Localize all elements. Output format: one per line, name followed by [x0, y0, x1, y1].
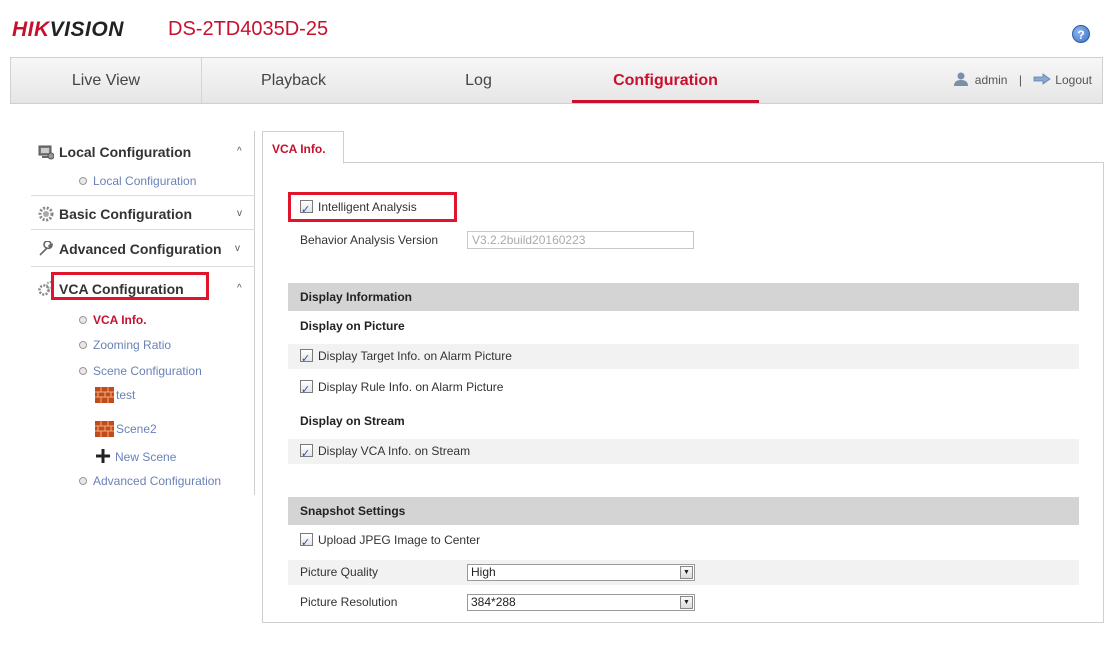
- divider: [31, 195, 255, 196]
- check-icon: ✓: [301, 448, 311, 460]
- chevron-up-icon[interactable]: ^: [237, 146, 242, 157]
- section-basic-configuration[interactable]: Basic Configuration v: [31, 197, 255, 231]
- field-label: Picture Resolution: [300, 595, 398, 609]
- upload-jpeg-checkbox[interactable]: ✓: [300, 533, 313, 549]
- menu-item-advanced-configuration[interactable]: Advanced Configuration: [79, 474, 221, 488]
- check-icon: ✓: [301, 537, 311, 549]
- menu-item-local-configuration[interactable]: Local Configuration: [79, 174, 196, 188]
- vca-stream-checkbox[interactable]: ✓: [300, 444, 313, 460]
- field-label: Picture Quality: [300, 565, 379, 579]
- bullet-icon: [79, 341, 87, 349]
- check-icon: ✓: [301, 384, 311, 396]
- left-menu: Local Configuration ^ Local Configuratio…: [31, 131, 255, 495]
- section-heading-snapshot-settings: Snapshot Settings: [288, 497, 1079, 525]
- logo-hik: HIK: [12, 18, 50, 41]
- checkbox-label: Display VCA Info. on Stream: [318, 444, 471, 458]
- dropdown-arrow-icon[interactable]: ▼: [680, 596, 693, 609]
- picture-resolution-select[interactable]: 384*288 ▼: [467, 594, 695, 611]
- help-icon[interactable]: ?: [1072, 25, 1090, 43]
- highlight-box: [51, 272, 209, 300]
- item-label: Advanced Configuration: [93, 474, 222, 488]
- chevron-up-icon[interactable]: ^: [237, 283, 242, 294]
- menu-item-vca-info[interactable]: VCA Info.: [79, 313, 147, 327]
- target-info-checkbox[interactable]: ✓: [300, 349, 313, 365]
- section-heading-display-information: Display Information: [288, 283, 1079, 311]
- content-tabstrip: VCA Info.: [262, 131, 1104, 164]
- tab-playback[interactable]: Playback: [202, 58, 385, 103]
- select-value: High: [471, 565, 496, 579]
- vca-stream-row: ✓ Display VCA Info. on Stream: [288, 439, 1079, 464]
- bullet-icon: [79, 367, 87, 375]
- section-local-configuration[interactable]: Local Configuration ^: [31, 135, 255, 169]
- target-info-row: ✓ Display Target Info. on Alarm Picture: [288, 344, 1079, 369]
- divider: [31, 266, 255, 267]
- scene-item-scene2[interactable]: Scene2: [95, 421, 157, 437]
- chevron-down-icon[interactable]: v: [237, 208, 242, 219]
- section-label: Advanced Configuration: [59, 241, 222, 257]
- target-info-checkbox-wrap[interactable]: ✓ Display Target Info. on Alarm Picture: [300, 344, 512, 369]
- checkbox-label: Display Target Info. on Alarm Picture: [318, 349, 512, 363]
- dropdown-arrow-icon[interactable]: ▼: [680, 566, 693, 579]
- menu-item-scene-configuration[interactable]: Scene Configuration: [79, 364, 202, 378]
- subheading-display-on-picture: Display on Picture: [300, 319, 405, 333]
- behavior-version-field: V3.2.2build20160223: [467, 231, 694, 249]
- chevron-down-icon[interactable]: v: [235, 243, 240, 254]
- field-label: Behavior Analysis Version: [300, 233, 439, 247]
- rule-info-checkbox-wrap[interactable]: ✓ Display Rule Info. on Alarm Picture: [300, 375, 503, 400]
- highlight-box: [288, 192, 457, 222]
- vca-stream-checkbox-wrap[interactable]: ✓ Display VCA Info. on Stream: [300, 439, 470, 464]
- checkbox-label: Display Rule Info. on Alarm Picture: [318, 380, 504, 394]
- username[interactable]: admin: [975, 73, 1008, 87]
- item-label: New Scene: [115, 450, 177, 464]
- bullet-icon: [79, 316, 87, 324]
- monitor-settings-icon: [38, 144, 55, 160]
- tab-configuration[interactable]: Configuration: [572, 58, 759, 103]
- section-advanced-configuration[interactable]: Advanced Configuration v: [31, 232, 255, 266]
- tab-live-view[interactable]: Live View: [11, 58, 201, 103]
- section-label: Local Configuration: [59, 144, 192, 160]
- item-label: test: [116, 388, 136, 402]
- item-label: VCA Info.: [93, 313, 147, 327]
- scene-item-test[interactable]: test: [95, 387, 135, 403]
- item-label: Scene2: [116, 422, 157, 436]
- scene-brick-icon: [95, 421, 114, 437]
- select-value: 384*288: [471, 595, 516, 609]
- tab-vca-info[interactable]: VCA Info.: [262, 131, 344, 164]
- rule-info-row: ✓ Display Rule Info. on Alarm Picture: [288, 375, 1079, 400]
- logout-link[interactable]: Logout: [1055, 73, 1092, 87]
- subheading-display-on-stream: Display on Stream: [300, 414, 405, 428]
- rule-info-checkbox[interactable]: ✓: [300, 380, 313, 396]
- checkbox-label: Upload JPEG Image to Center: [318, 533, 481, 547]
- tab-log[interactable]: Log: [386, 58, 571, 103]
- section-label: Basic Configuration: [59, 206, 193, 222]
- item-label: Local Configuration: [93, 174, 197, 188]
- hikvision-logo: HIKVISION: [12, 18, 124, 42]
- plus-icon: [95, 448, 111, 464]
- user-area: admin | Logout: [953, 58, 1092, 103]
- top-navigation: Live View Playback Log Configuration adm…: [10, 57, 1103, 104]
- new-scene-button[interactable]: New Scene: [95, 448, 176, 464]
- logo-vision: VISION: [49, 18, 124, 41]
- upload-jpeg-checkbox-wrap[interactable]: ✓ Upload JPEG Image to Center: [300, 528, 480, 553]
- bullet-icon: [79, 477, 87, 485]
- check-icon: ✓: [301, 353, 311, 365]
- device-model: DS-2TD4035D-25: [168, 18, 329, 40]
- divider: [31, 229, 255, 230]
- wrench-icon: [38, 240, 54, 257]
- logout-icon[interactable]: [1033, 59, 1051, 85]
- picture-quality-select[interactable]: High ▼: [467, 564, 695, 581]
- scene-brick-icon: [95, 387, 114, 403]
- bullet-icon: [79, 177, 87, 185]
- menu-item-zooming-ratio[interactable]: Zooming Ratio: [79, 338, 171, 352]
- header: HIKVISION DS-2TD4035D-25 ?: [0, 0, 1105, 52]
- item-label: Zooming Ratio: [93, 338, 172, 352]
- user-separator: |: [1018, 73, 1022, 87]
- upload-jpeg-row: ✓ Upload JPEG Image to Center: [288, 528, 1079, 553]
- user-icon: [953, 60, 969, 86]
- item-label: Scene Configuration: [93, 364, 202, 378]
- gear-icon: [38, 206, 54, 222]
